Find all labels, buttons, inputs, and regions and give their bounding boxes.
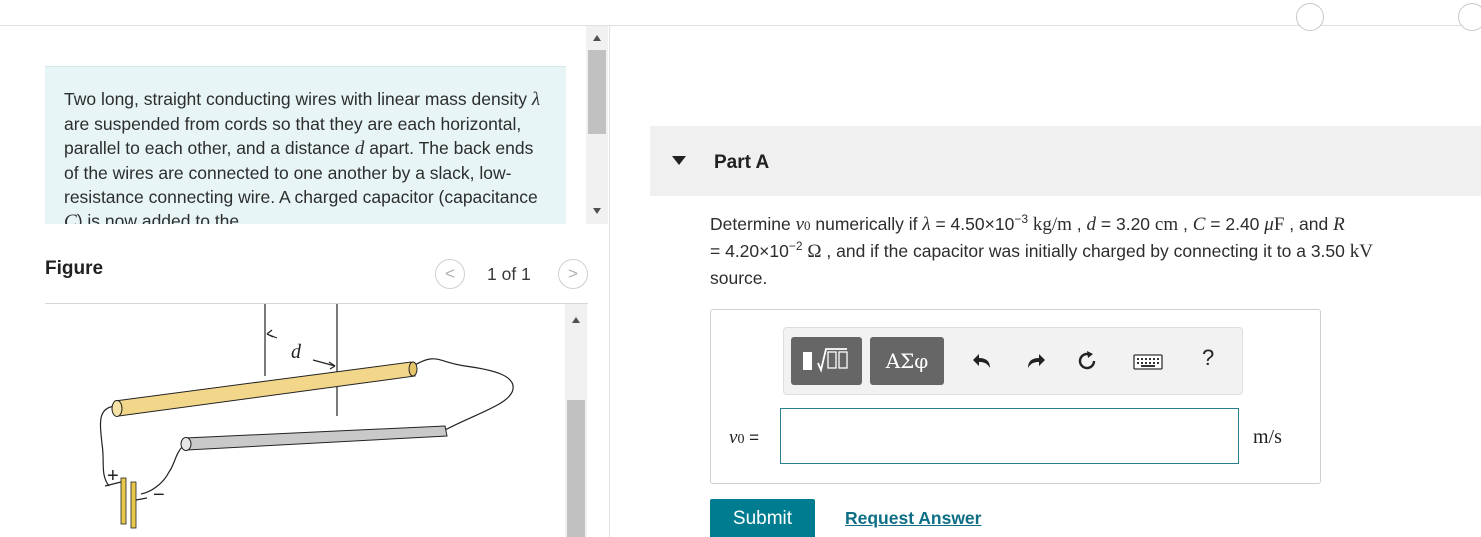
figure-scrollbar[interactable]	[565, 304, 587, 537]
panel-divider	[609, 26, 610, 537]
scroll-down-arrow-icon[interactable]	[593, 208, 601, 214]
minus-label: −	[153, 484, 165, 506]
figure-title: Figure	[45, 258, 104, 279]
chevron-left-icon: <	[445, 264, 455, 283]
answer-box: ΑΣφ ? v0 = m/s	[710, 309, 1321, 484]
submit-button[interactable]: Submit	[710, 499, 815, 537]
scroll-thumb[interactable]	[567, 400, 585, 537]
scroll-up-arrow-icon[interactable]	[593, 35, 601, 41]
top-circle-button[interactable]	[1458, 3, 1481, 31]
next-figure-button[interactable]: >	[558, 259, 588, 289]
wire-bottom	[180, 425, 448, 451]
undo-icon[interactable]	[970, 348, 996, 374]
plus-label: +	[107, 465, 119, 487]
templates-icon	[803, 348, 848, 373]
templates-button[interactable]	[791, 337, 862, 385]
redo-icon[interactable]	[1022, 348, 1048, 374]
figure-illustration: d + −	[99, 304, 514, 529]
unit-label: m/s	[1253, 426, 1282, 448]
top-divider	[0, 3, 1481, 31]
math-toolbar: ΑΣφ ?	[783, 327, 1243, 395]
triangle-down-icon[interactable]	[672, 156, 686, 165]
part-label: Part A	[714, 152, 770, 173]
answer-variable-label: v0 =	[729, 427, 760, 448]
greek-symbols-button[interactable]: ΑΣφ	[870, 337, 944, 385]
connecting-wire	[412, 358, 514, 431]
help-button[interactable]: ?	[1202, 345, 1214, 371]
distance-label: d	[291, 341, 302, 363]
reset-icon[interactable]	[1074, 348, 1100, 374]
scroll-up-arrow-icon[interactable]	[572, 317, 580, 323]
keyboard-icon[interactable]	[1132, 348, 1164, 374]
part-a-header[interactable]: Part A	[650, 126, 1481, 196]
problem-statement: Two long, straight conducting wires with…	[45, 66, 566, 224]
previous-figure-button[interactable]: <	[435, 259, 465, 289]
answer-input[interactable]	[780, 408, 1239, 464]
chevron-right-icon: >	[568, 264, 578, 283]
request-answer-link[interactable]: Request Answer	[845, 508, 981, 529]
question-text: Determine v0 numerically if λ = 4.50×10−…	[710, 212, 1373, 288]
figure-counter: 1 of 1	[487, 264, 531, 284]
problem-scrollbar[interactable]	[586, 26, 608, 224]
top-circle-button[interactable]	[1296, 3, 1324, 31]
scroll-thumb[interactable]	[588, 50, 606, 134]
